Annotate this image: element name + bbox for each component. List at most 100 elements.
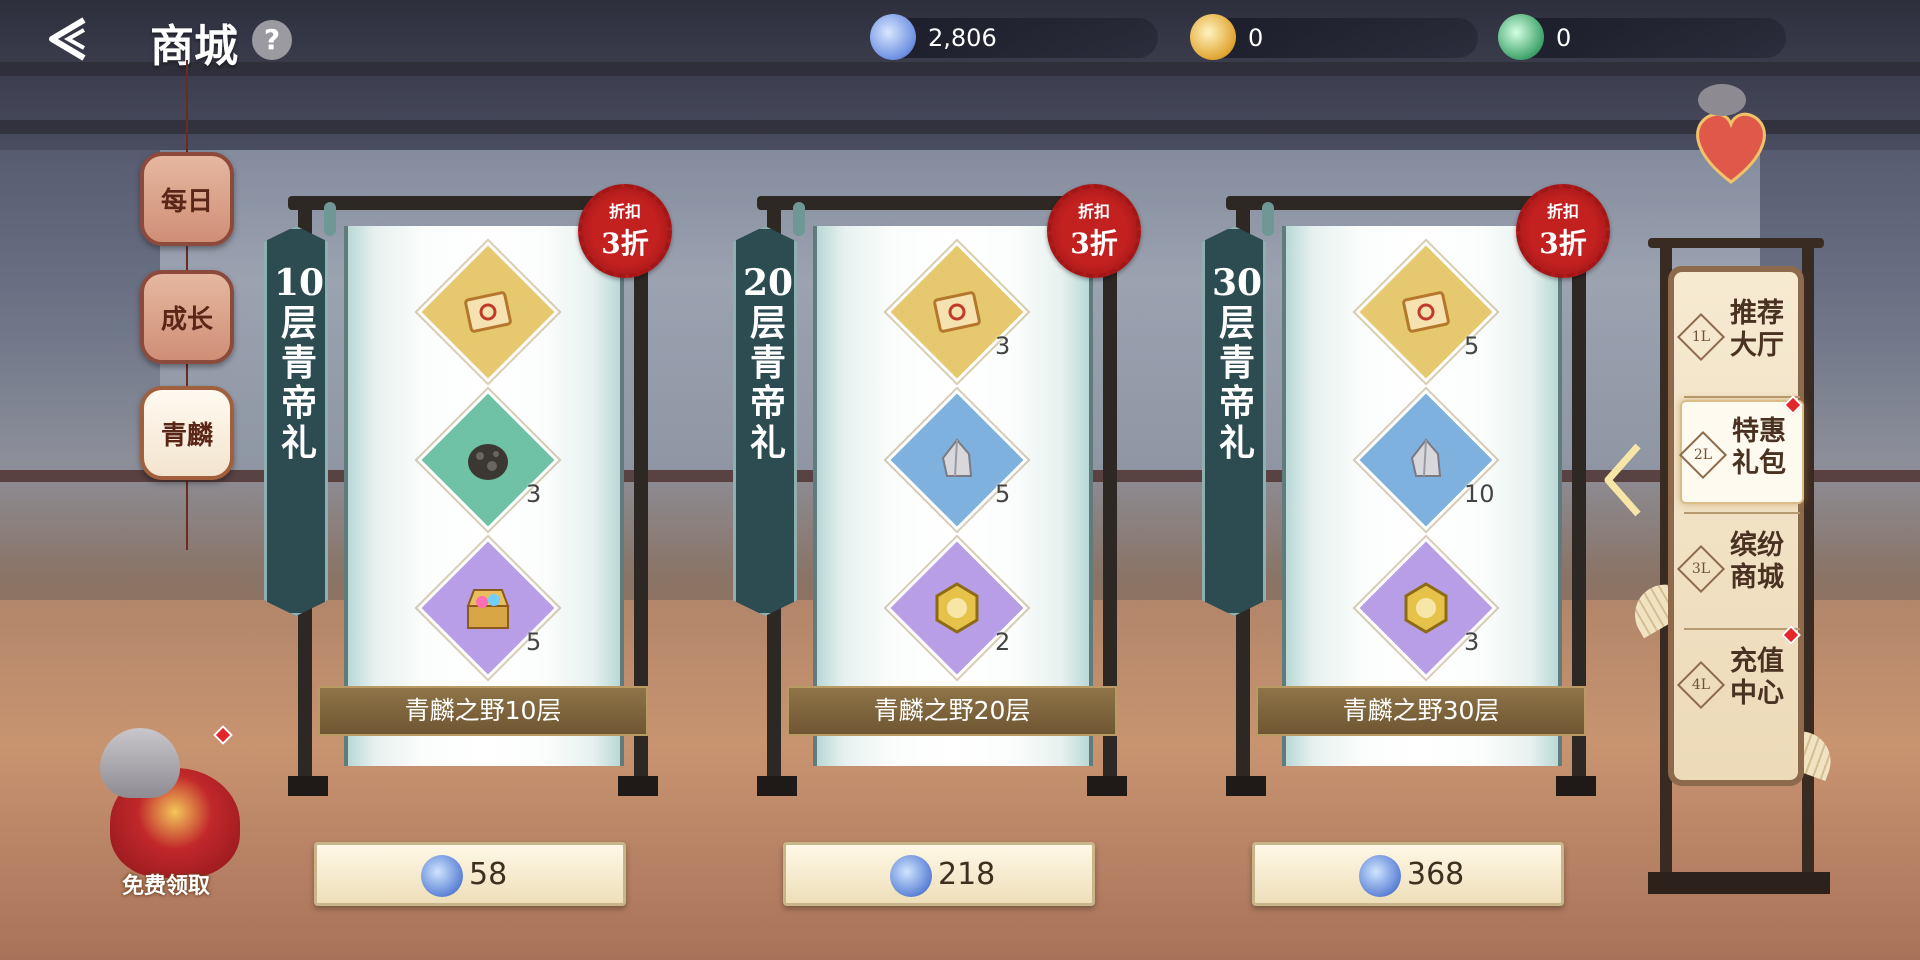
gift-name: 20层青帝礼 [742,262,794,464]
menu-divider [1684,628,1800,630]
dragon-jade-icon [870,14,916,60]
shop-section-menu: 1L 推荐大厅 2L 特惠礼包 3L 缤纷商城 4L 充值中心 [1668,266,1804,786]
price-value: 58 [469,857,508,892]
gift-name-banner: 10层青帝礼 [264,226,328,616]
back-button[interactable] [44,14,108,64]
menu-divider [1684,512,1800,514]
item-quantity: 3 [1464,628,1480,656]
gold-medal-icon [935,582,979,634]
gift-package: 3 5 青麟之野10层 10层青帝礼 折扣 3折 [264,184,672,796]
item-quantity: 5 [995,480,1011,508]
currency-dragon-jade: 2,806 [870,14,1158,60]
buy-button[interactable]: 368 [1252,842,1564,906]
item-quantity: 10 [1464,480,1495,508]
gold-medal-icon [1404,582,1448,634]
dragon-jade-icon [1359,855,1401,897]
floor-marker: 3L [1676,544,1726,594]
menu-item-label: 推荐大厅 [1730,298,1784,361]
gift-name: 10层青帝礼 [273,262,325,464]
currency-value: 0 [1248,24,1264,52]
category-label: 青麟 [160,420,213,451]
reward-item[interactable]: 10 [1355,389,1497,531]
dragon-jade-icon [890,855,932,897]
banner-hook [324,202,336,236]
gift-name-banner: 20层青帝礼 [733,226,797,616]
crystal-ore-icon [941,438,973,477]
free-claim-button[interactable]: 免费领取 [70,725,280,908]
price-value: 368 [1407,857,1465,892]
menu-divider [1684,396,1800,398]
menu-item-label: 缤纷商城 [1730,530,1784,593]
reward-item[interactable]: 3 [1355,537,1497,679]
currency-value: 2,806 [928,24,997,52]
back-arrow-icon [49,17,86,61]
frame-foot [757,776,797,796]
discount-badge-top: 折扣 [608,202,641,221]
buy-button[interactable]: 218 [783,842,1095,906]
buy-button[interactable]: 58 [314,842,626,906]
heart-mascot-icon[interactable] [1676,72,1786,192]
discount-badge: 折扣 3折 [1047,184,1141,278]
menu-item-special-offer[interactable]: 2L 特惠礼包 [1678,395,1804,504]
chevron-left-icon [1604,443,1641,517]
reward-item[interactable]: 2 [886,537,1028,679]
floor-marker: 4L [1676,660,1726,710]
discount-badge: 折扣 3折 [578,184,672,278]
gift-name-banner: 30层青帝礼 [1202,226,1266,616]
frame-foot [1226,776,1266,796]
reward-item[interactable]: 5 [1355,241,1497,383]
reward-item[interactable]: 5 [417,537,559,679]
menu-frame-top [1648,238,1824,248]
frame-foot [1556,776,1596,796]
banner-hook [793,202,805,236]
crystal-ore-icon [1410,438,1442,477]
dragon-jade-icon [421,855,463,897]
reward-item[interactable]: 5 [886,389,1028,531]
gift-package: 5 10 3 青麟之野30层 30层青帝礼 折扣 3折 [1202,184,1610,796]
item-quantity: 3 [526,480,542,508]
item-quantity: 3 [995,332,1011,360]
discount-badge-value: 3折 [1070,227,1118,260]
menu-item-recharge[interactable]: 4L 充值中心 [1676,625,1804,736]
menu-item-label: 特惠礼包 [1732,416,1786,479]
gift-name: 30层青帝礼 [1211,262,1263,464]
menu-item-colorful-shop[interactable]: 3L 缤纷商城 [1676,516,1804,620]
gold-coin-icon [1190,14,1236,60]
gift-package: 3 5 2 青麟之野20层 20层青帝礼 折扣 3折 [733,184,1141,796]
frame-foot [1087,776,1127,796]
category-qinglin[interactable]: 青麟 [140,386,234,480]
floor-label: 青麟之野10层 [318,686,648,736]
item-quantity: 2 [995,628,1011,656]
frame-foot [618,776,658,796]
item-quantity: 5 [1464,332,1480,360]
page-title: 商城 [150,21,238,72]
ticket-icon [933,291,981,333]
treasure-chest-icon [466,589,510,629]
category-daily[interactable]: 每日 [140,152,234,246]
menu-frame-base [1648,872,1830,894]
ore-stone-icon [468,444,508,480]
reward-item[interactable] [417,241,559,383]
currency-green-orb: 0 [1498,14,1786,60]
currency-value: 0 [1556,24,1572,52]
discount-badge: 折扣 3折 [1516,184,1610,278]
menu-item-recommend[interactable]: 1L 推荐大厅 [1676,284,1804,388]
green-orb-icon [1498,14,1544,60]
price-value: 218 [938,857,996,892]
category-label: 每日 [160,186,213,217]
menu-item-label: 充值中心 [1730,646,1784,709]
notification-dot [1783,395,1803,415]
reward-item[interactable]: 3 [417,389,559,531]
discount-badge-top: 折扣 [1077,202,1110,221]
menu-toggle-arrow[interactable] [1598,440,1648,520]
currency-gold-coin: 0 [1190,14,1478,60]
category-growth[interactable]: 成长 [140,270,234,364]
category-label: 成长 [160,304,213,335]
item-quantity: 5 [526,628,542,656]
floor-label: 青麟之野20层 [787,686,1117,736]
discount-badge-value: 3折 [1539,227,1587,260]
discount-badge-top: 折扣 [1546,202,1579,221]
help-button[interactable]: ? [252,20,292,60]
banner-hook [1262,202,1274,236]
reward-item[interactable]: 3 [886,241,1028,383]
